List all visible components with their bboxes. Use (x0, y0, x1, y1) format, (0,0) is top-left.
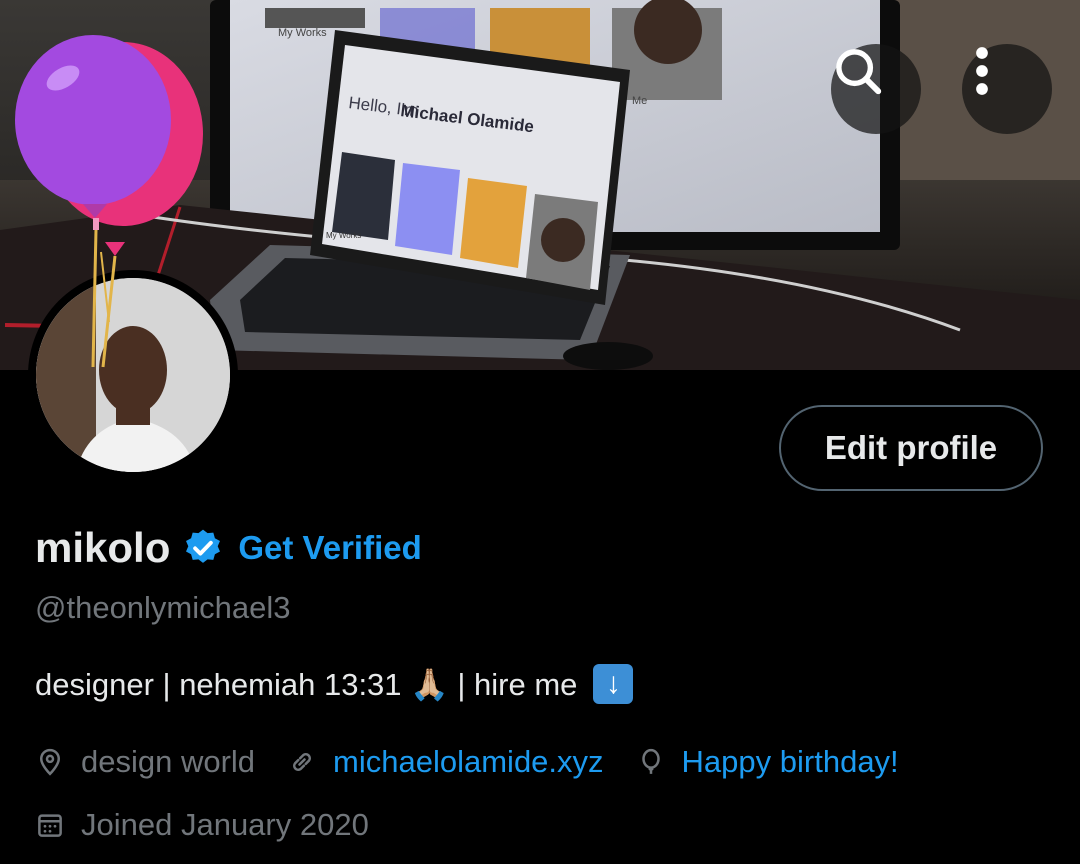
calendar-icon (38, 814, 62, 837)
more-vertical-icon (976, 47, 988, 95)
display-name: mikolo (35, 524, 171, 571)
link-icon (293, 753, 312, 771)
get-verified-link[interactable]: Get Verified (238, 529, 421, 567)
more-options-button[interactable] (962, 44, 1052, 134)
joined-text: Joined January 2020 (81, 807, 369, 842)
edit-profile-button[interactable]: Edit profile (779, 405, 1043, 491)
profile-bio: designer | nehemiah 13:31 🙏🏼 | hire me ↓ (35, 664, 634, 704)
location-item: design world (35, 744, 255, 780)
down-arrow-emoji: ↓ (593, 664, 634, 704)
monitor-label-me: Me (632, 95, 647, 107)
profile-handle: @theonlymichael3 (35, 590, 291, 625)
profile-meta-row: design world michaelolamide.xyz Happy bi… (35, 744, 931, 780)
balloon-icon (641, 748, 660, 774)
location-text: design world (81, 744, 256, 779)
search-icon (836, 49, 882, 95)
birthday-link[interactable]: Happy birthday! (682, 744, 899, 780)
joined-row: Joined January 2020 (35, 807, 401, 843)
birthday-balloon-icon (15, 35, 203, 368)
website-item[interactable]: michaelolamide.xyz (287, 744, 604, 780)
profile-page: My Works Me Hello, I'm Michael Olamide M… (0, 0, 1080, 864)
search-button[interactable] (831, 44, 921, 134)
laptop-label-works: My Works (326, 231, 361, 240)
birthday-item[interactable]: Happy birthday! (636, 744, 899, 780)
name-row: mikolo Get Verified (35, 524, 422, 572)
location-pin-icon (39, 748, 61, 776)
joined-item: Joined January 2020 (35, 807, 369, 843)
website-link[interactable]: michaelolamide.xyz (333, 744, 604, 780)
monitor-label-works: My Works (278, 27, 327, 39)
bio-text: designer | nehemiah 13:31 🙏🏼 | hire me (35, 666, 578, 702)
verified-badge-icon[interactable] (182, 527, 224, 569)
